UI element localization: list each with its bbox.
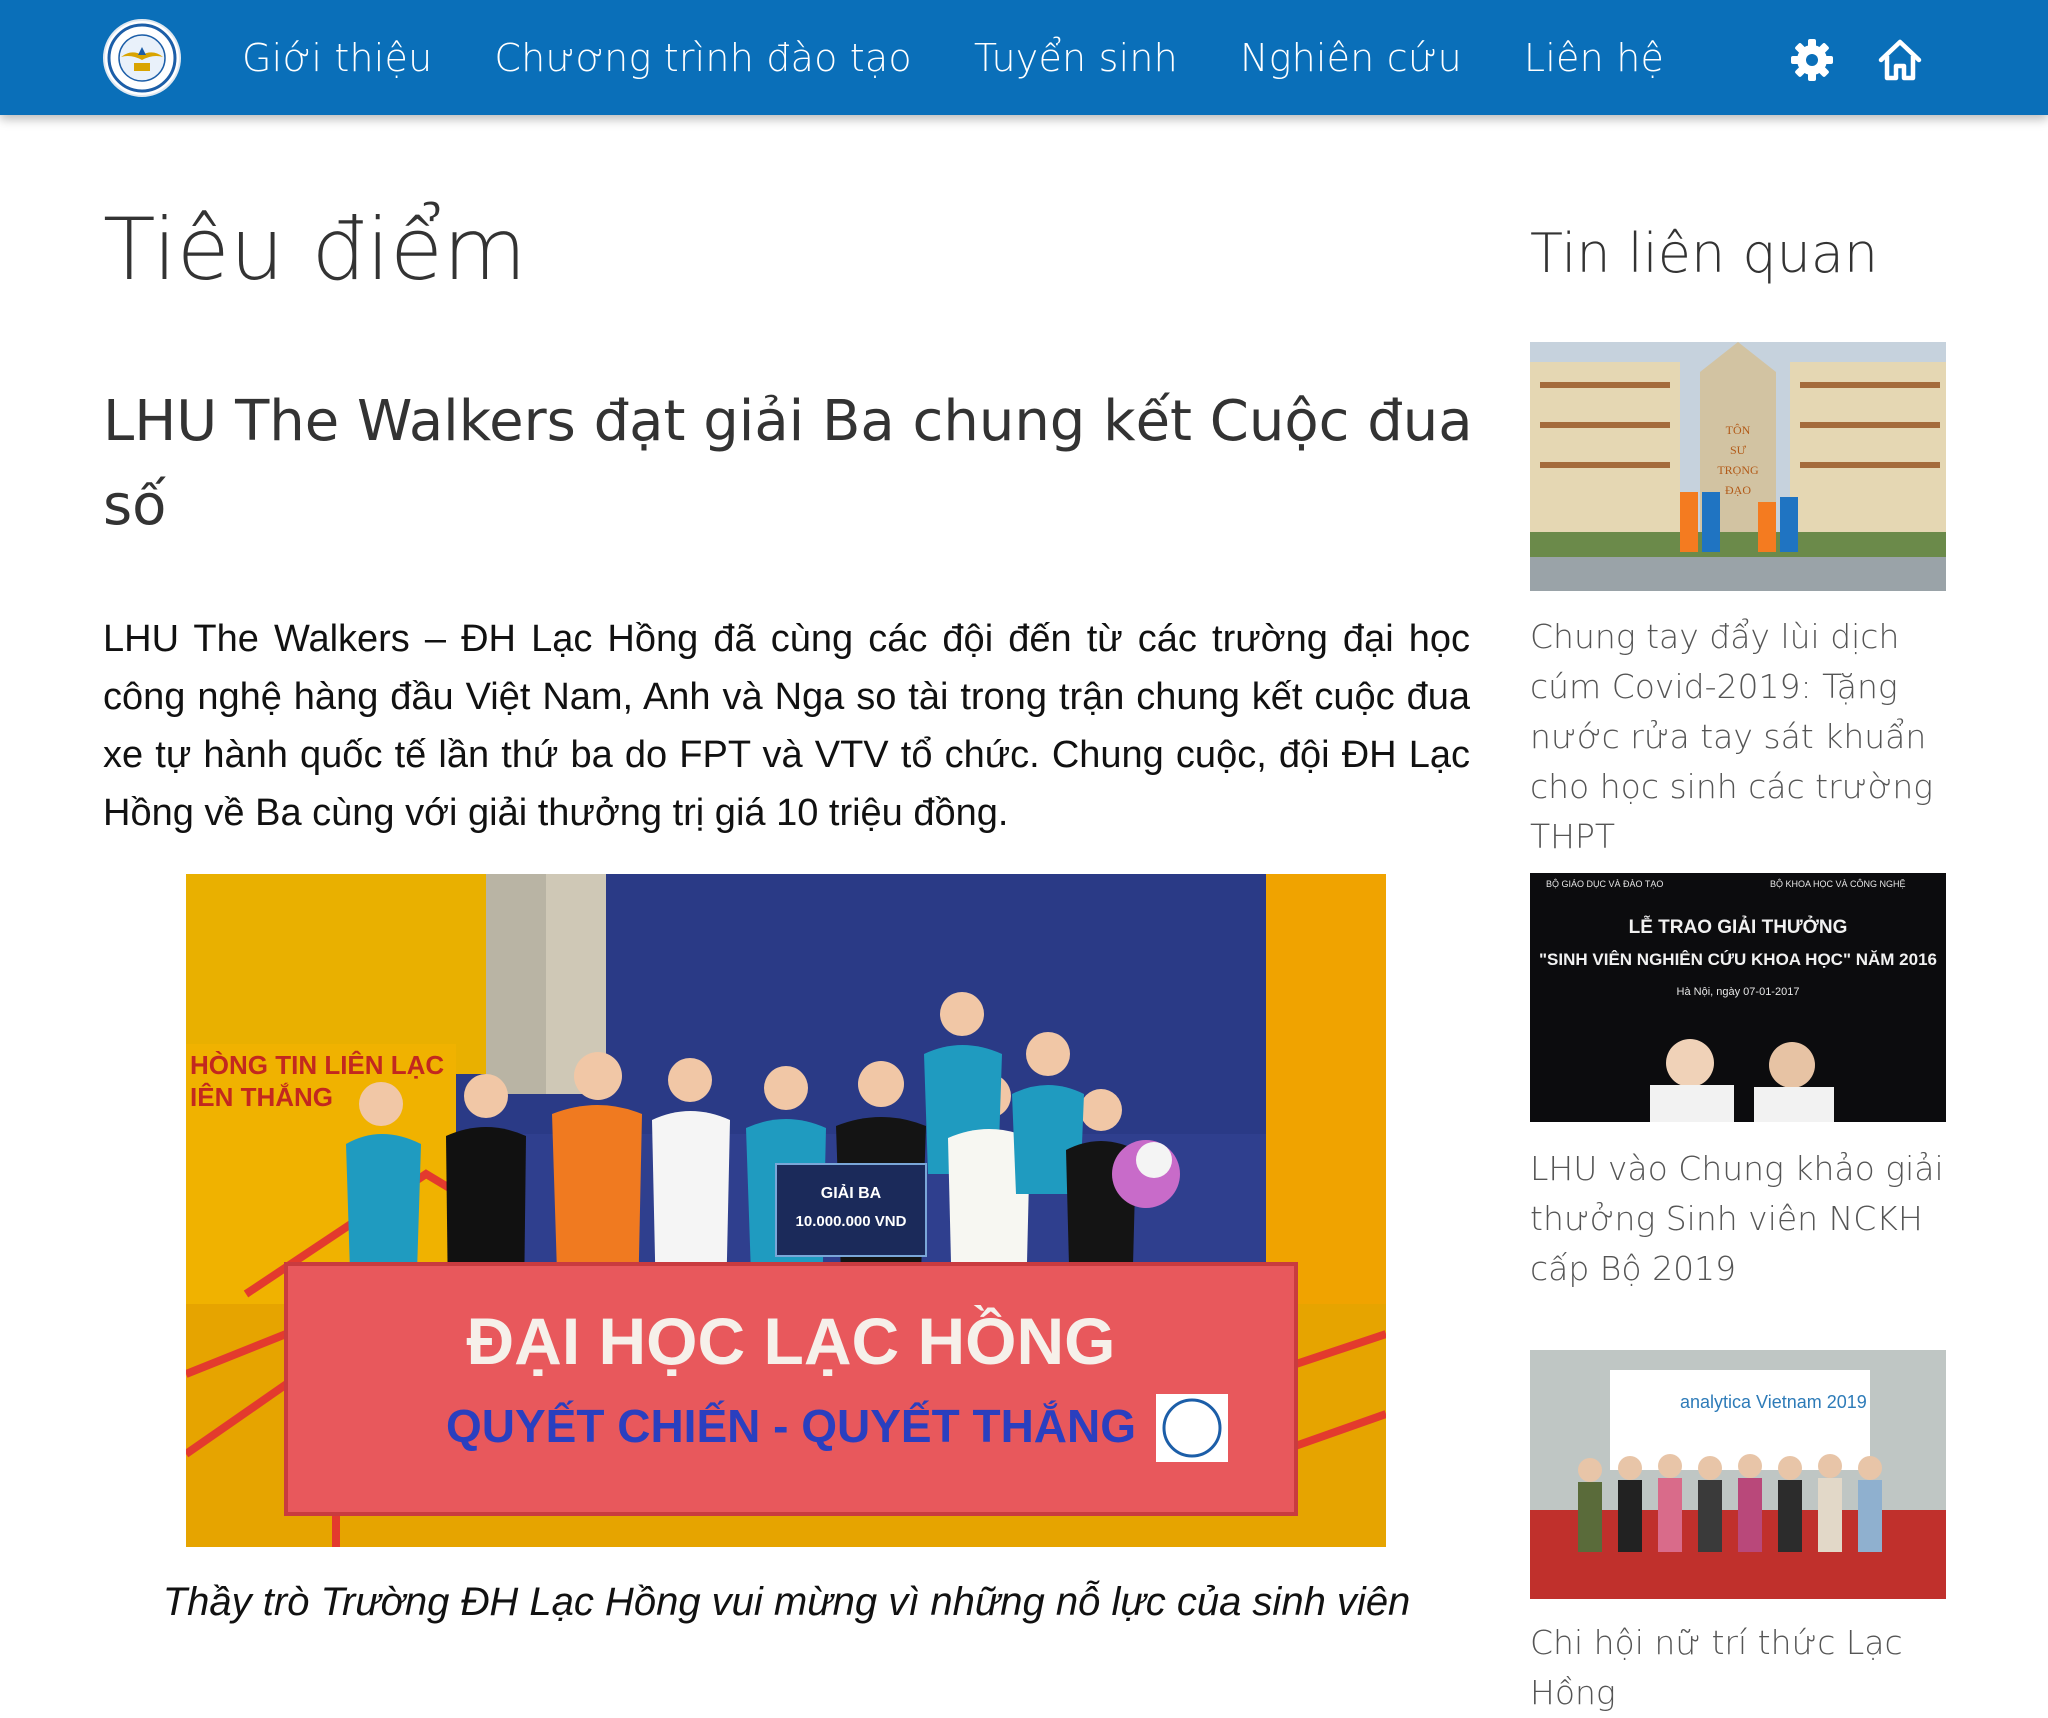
related-news-heading: Tin liên quan: [1530, 222, 1879, 285]
nav-item-tuyen-sinh[interactable]: Tuyển sinh: [974, 36, 1178, 80]
svg-text:TRỌNG: TRỌNG: [1717, 463, 1759, 477]
related-news-thumb-1[interactable]: TÔN SƯ TRỌNG ĐẠO: [1530, 342, 1946, 591]
svg-text:TÔN: TÔN: [1726, 423, 1751, 437]
university-logo[interactable]: [103, 19, 181, 97]
home-icon[interactable]: [1878, 38, 1922, 82]
team-banner: ĐẠI HỌC LẠC HỒNG QUYẾT CHIẾN - QUYẾT THẮ…: [284, 1262, 1298, 1516]
related-news-title-3[interactable]: Chi hội nữ trí thức Lạc Hồng: [1530, 1618, 1946, 1718]
article-title[interactable]: LHU The Walkers đạt giải Ba chung kết Cu…: [103, 380, 1473, 548]
svg-text:"SINH VIÊN NGHIÊN CỨU KHOA HỌC: "SINH VIÊN NGHIÊN CỨU KHOA HỌC" NĂM 2016: [1539, 950, 1937, 969]
wall-text-2: IÊN THẮNG: [190, 1082, 333, 1112]
related-news-thumb-3[interactable]: analytica Vietnam 2019: [1530, 1350, 1946, 1599]
related-news-title-1[interactable]: Chung tay đẩy lùi dịch cúm Covid-2019: T…: [1530, 612, 1946, 862]
related-news-thumb-2[interactable]: BỘ GIÁO DỤC VÀ ĐÀO TẠO BỘ KHOA HỌC VÀ CÔ…: [1530, 873, 1946, 1122]
wall-text-1: HÒNG TIN LIÊN LẠC: [190, 1050, 444, 1080]
prize-board-line1: GIẢI BA: [821, 1183, 882, 1202]
related-news-title-2[interactable]: LHU vào Chung khảo giải thưởng Sinh viên…: [1530, 1144, 1946, 1294]
svg-text:BỘ GIÁO DỤC VÀ ĐÀO TẠO: BỘ GIÁO DỤC VÀ ĐÀO TẠO: [1546, 879, 1663, 889]
svg-text:LỄ TRAO GIẢI THƯỞNG: LỄ TRAO GIẢI THƯỞNG: [1629, 916, 1848, 938]
nav-item-gioi-thieu[interactable]: Giới thiệu: [242, 36, 432, 80]
nav-item-lien-he[interactable]: Liên hệ: [1524, 36, 1664, 80]
gear-icon[interactable]: [1790, 38, 1834, 82]
article-lead: LHU The Walkers – ĐH Lạc Hồng đã cùng cá…: [103, 618, 1470, 834]
main-menu: Giới thiệu Chương trình đào tạo Tuyển si…: [242, 0, 1664, 115]
nav-item-chuong-trinh-dao-tao[interactable]: Chương trình đào tạo: [494, 36, 911, 80]
nav-item-nghien-cuu[interactable]: Nghiên cứu: [1240, 36, 1462, 80]
page-title: Tiêu điểm: [103, 200, 527, 300]
svg-text:SƯ: SƯ: [1730, 443, 1747, 457]
banner-line-1: ĐẠI HỌC LẠC HỒNG: [467, 1304, 1116, 1378]
svg-text:Hà Nội, ngày 07-01-2017: Hà Nội, ngày 07-01-2017: [1677, 986, 1800, 998]
svg-text:ĐẠO: ĐẠO: [1725, 483, 1751, 497]
prize-board-line2: 10.000.000 VND: [796, 1213, 907, 1230]
svg-text:analytica Vietnam 2019: analytica Vietnam 2019: [1680, 1392, 1867, 1412]
banner-line-2: QUYẾT CHIẾN - QUYẾT THẮNG: [446, 1400, 1136, 1452]
svg-text:BỘ KHOA HỌC VÀ CÔNG NGHỆ: BỘ KHOA HỌC VÀ CÔNG NGHỆ: [1770, 879, 1906, 889]
photo-caption: Thầy trò Trường ĐH Lạc Hồng vui mừng vì …: [162, 1580, 1411, 1624]
top-navigation-bar: Giới thiệu Chương trình đào tạo Tuyển si…: [0, 0, 2048, 115]
article-hero-photo: HÒNG TIN LIÊN LẠC IÊN THẮNG GIẢI BA 10.0…: [186, 874, 1386, 1547]
prize-board: GIẢI BA 10.000.000 VND: [775, 1163, 927, 1257]
